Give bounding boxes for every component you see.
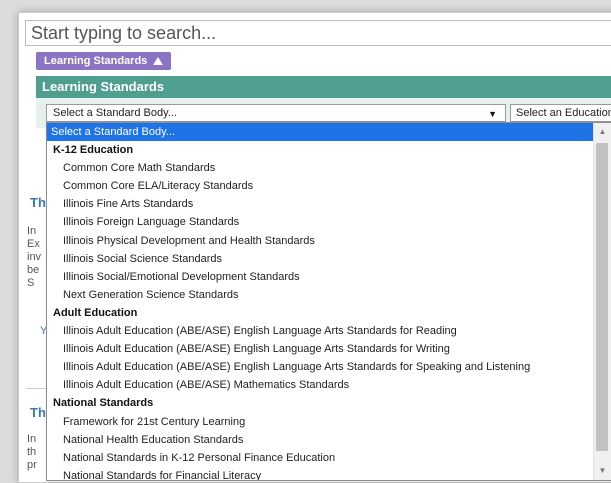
background-text-line: inv (27, 251, 42, 263)
education-level-select-value: Select an Education Level... (516, 107, 611, 119)
dropdown-option[interactable]: Illinois Foreign Language Standards (47, 213, 595, 231)
dropdown-options: Select a Standard Body... K-12 Education C… (47, 123, 595, 480)
dropdown-option[interactable]: Framework for 21st Century Learning (47, 413, 595, 431)
search-input[interactable] (25, 20, 611, 46)
background-text-line: pr (27, 459, 37, 471)
background-title-1: Th (30, 195, 46, 210)
standard-body-select[interactable]: Select a Standard Body... ▼ (46, 104, 506, 122)
triangle-down-icon[interactable]: ▼ (488, 106, 497, 122)
dropdown-option[interactable]: National Health Education Standards (47, 431, 595, 449)
background-text-line: th (27, 446, 37, 458)
dropdown-option[interactable]: Common Core ELA/Literacy Standards (47, 177, 595, 195)
dropdown-group-label: K-12 Education (53, 144, 134, 157)
chevron-up-icon[interactable]: ▲ (594, 125, 611, 139)
dropdown-option[interactable]: Illinois Adult Education (ABE/ASE) Engli… (47, 322, 595, 340)
triangle-up-icon[interactable] (153, 57, 164, 65)
dropdown-option[interactable]: Illinois Adult Education (ABE/ASE) Engli… (47, 340, 595, 358)
standard-body-select-value: Select a Standard Body... (53, 107, 177, 119)
background-title-2: Th (30, 405, 46, 420)
dropdown-option[interactable]: Select a Standard Body... (47, 123, 595, 142)
background-text-line: In (27, 225, 37, 237)
dropdown-option[interactable]: Common Core Math Standards (47, 159, 595, 177)
dropdown-option[interactable]: Illinois Adult Education (ABE/ASE) Mathe… (47, 376, 595, 394)
filter-tag-label: Learning Standards (44, 55, 148, 67)
learning-standards-filter-tag[interactable]: Learning Standards (36, 52, 172, 70)
education-level-select[interactable]: Select an Education Level... (510, 104, 611, 122)
learning-standards-header: Learning Standards (36, 76, 611, 98)
dropdown-option[interactable]: Illinois Social/Emotional Development St… (47, 268, 595, 286)
dropdown-option[interactable]: Illinois Social Science Standards (47, 250, 595, 268)
standard-body-dropdown-list[interactable]: Select a Standard Body... K-12 Education C… (46, 122, 611, 481)
chevron-down-icon[interactable]: ▼ (594, 464, 611, 478)
background-text-line: In (27, 433, 37, 445)
dropdown-option[interactable]: National Standards in K-12 Personal Fina… (47, 449, 595, 467)
dropdown-option[interactable]: Illinois Adult Education (ABE/ASE) Engli… (47, 358, 595, 376)
dropdown-option[interactable]: Illinois Fine Arts Standards (47, 195, 595, 213)
dropdown-group-label: National Standards (53, 397, 154, 410)
dropdown-group-label: Adult Education (53, 306, 138, 319)
scrollbar-thumb[interactable] (596, 143, 608, 451)
dropdown-option[interactable]: Next Generation Science Standards (47, 286, 595, 304)
background-text-line: S (27, 277, 35, 289)
background-divider (26, 388, 46, 389)
background-text-line: be (27, 264, 40, 276)
dropdown-option[interactable]: National Standards for Financial Literac… (47, 467, 595, 480)
dropdown-scrollbar[interactable]: ▲ ▼ (593, 123, 611, 480)
dropdown-option[interactable]: Illinois Physical Development and Health… (47, 232, 595, 250)
background-text-line: Ex (27, 238, 40, 250)
